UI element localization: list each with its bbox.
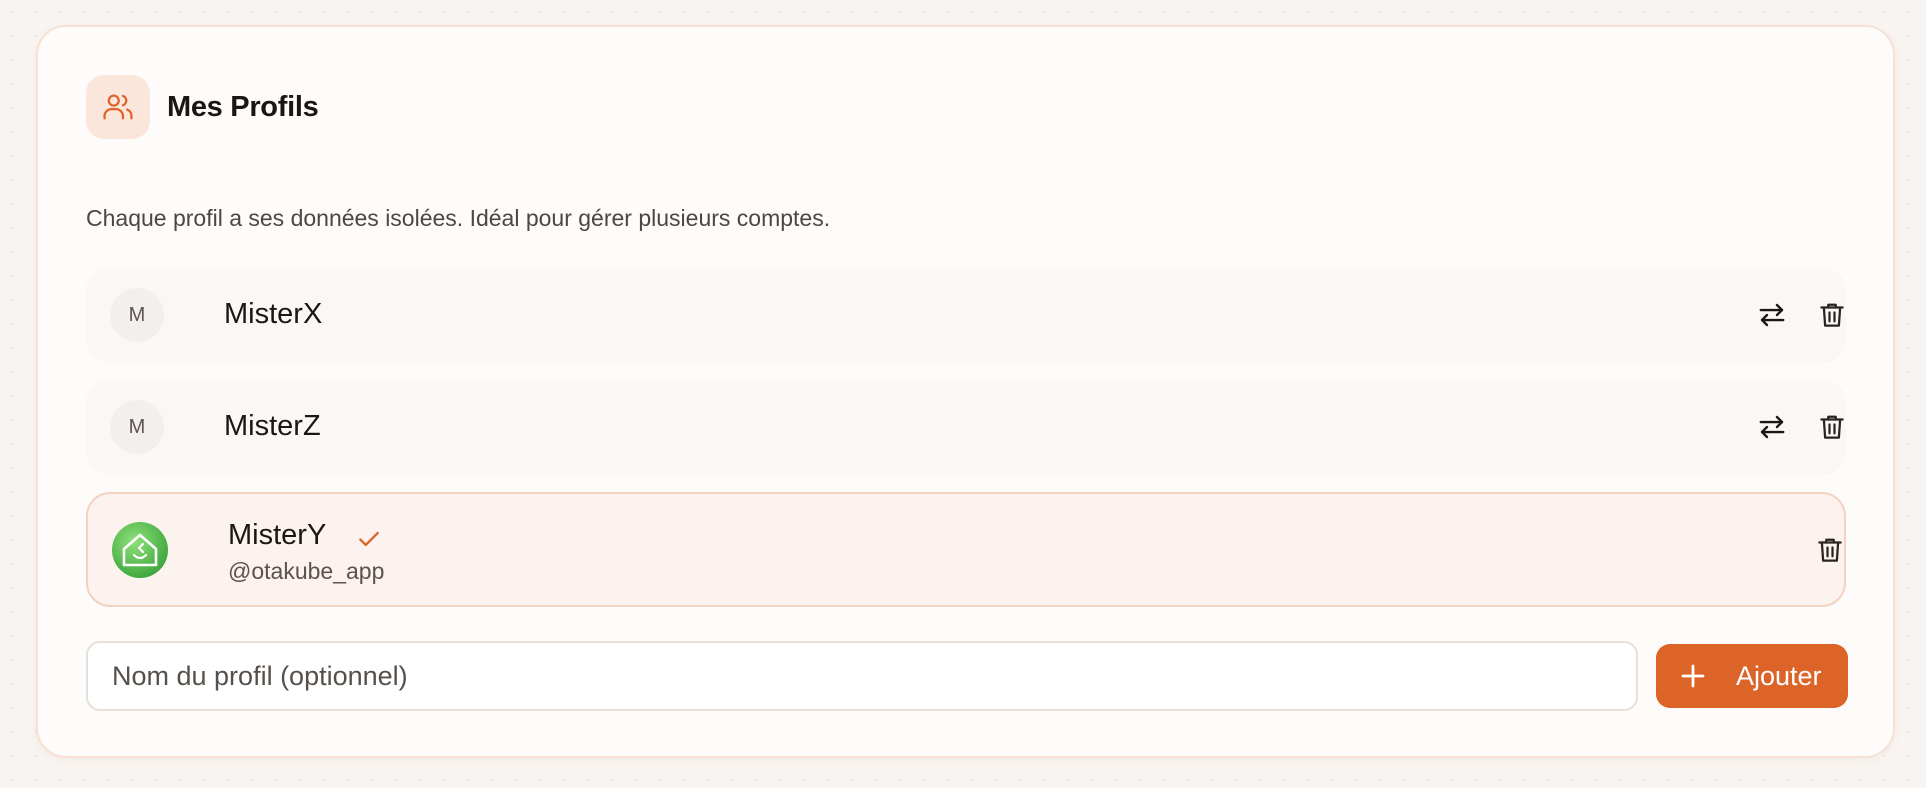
card-header: Mes Profils	[86, 75, 319, 139]
trash-icon	[1820, 415, 1844, 439]
profile-name: MisterY	[228, 519, 327, 551]
profile-name: MisterZ	[224, 410, 321, 442]
delete-profile-button[interactable]	[1810, 405, 1854, 449]
check-icon	[356, 526, 382, 552]
house-app-icon	[112, 522, 168, 578]
switch-arrows-icon	[1759, 303, 1785, 327]
delete-profile-button[interactable]	[1810, 293, 1854, 337]
profile-row-active[interactable]: MisterY @otakube_app	[86, 492, 1846, 607]
page-title: Mes Profils	[167, 90, 319, 123]
trash-icon	[1818, 538, 1842, 562]
switch-profile-button[interactable]	[1750, 405, 1794, 449]
profile-handle: @otakube_app	[228, 558, 385, 584]
profile-name-input[interactable]	[86, 641, 1638, 711]
avatar: M	[110, 400, 164, 454]
plus-icon	[1678, 661, 1708, 691]
profile-row[interactable]: M MisterZ	[86, 379, 1846, 475]
switch-profile-button[interactable]	[1750, 293, 1794, 337]
avatar: M	[110, 288, 164, 342]
delete-profile-button[interactable]	[1808, 528, 1852, 572]
trash-icon	[1820, 303, 1844, 327]
profiles-description: Chaque profil a ses données isolées. Idé…	[86, 205, 831, 231]
profile-row[interactable]: M MisterX	[86, 267, 1846, 363]
add-profile-button[interactable]: Ajouter	[1656, 644, 1848, 708]
profile-name: MisterX	[224, 298, 323, 330]
profiles-card: Mes Profils Chaque profil a ses données …	[36, 25, 1895, 758]
switch-arrows-icon	[1759, 415, 1785, 439]
add-button-label: Ajouter	[1736, 660, 1822, 691]
users-icon	[86, 75, 150, 139]
